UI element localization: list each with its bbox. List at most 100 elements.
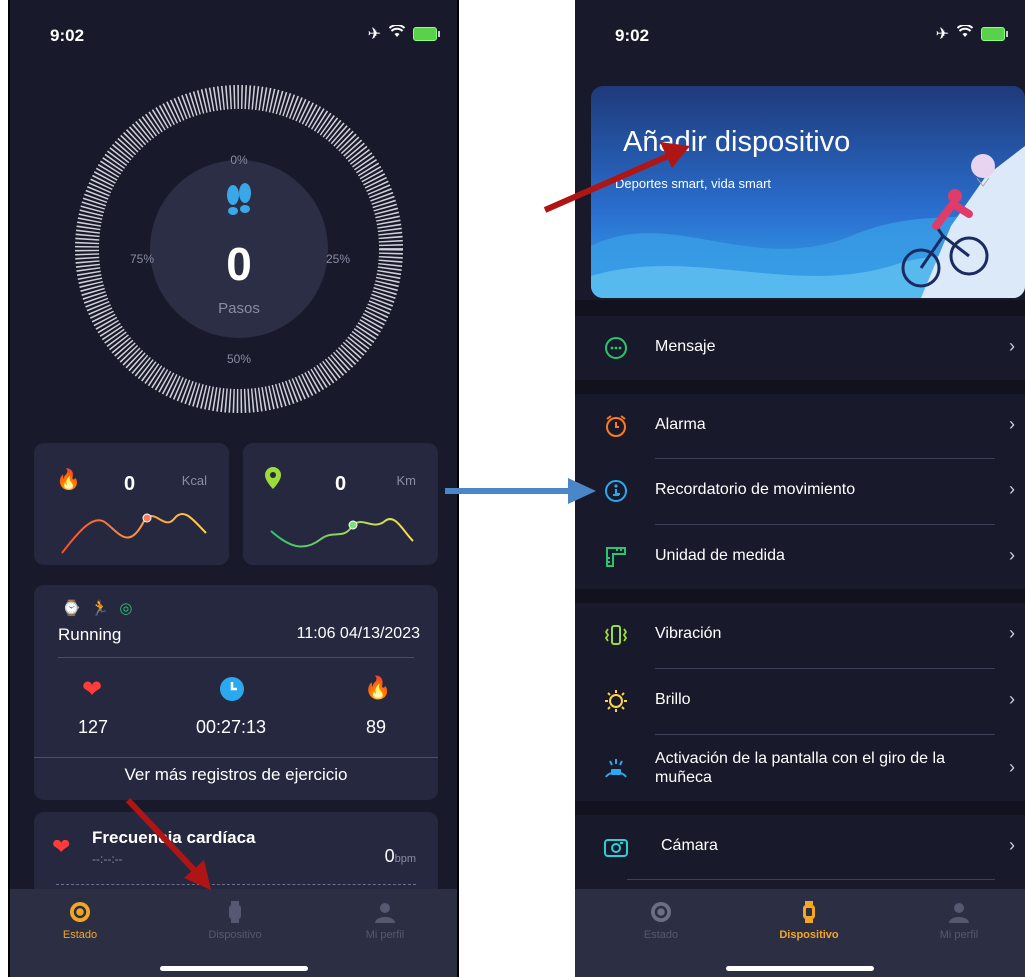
ruler-icon: [603, 545, 629, 575]
tab-dispositivo[interactable]: Dispositivo: [759, 901, 859, 941]
chevron-right-icon: ›: [1009, 479, 1015, 499]
brightness-icon: [603, 689, 629, 719]
menu-item-vibracion[interactable]: Vibración ›: [575, 603, 1025, 667]
chevron-right-icon: ›: [1009, 414, 1015, 434]
percent-0: 0%: [230, 153, 248, 167]
chevron-right-icon: ›: [1009, 336, 1015, 356]
calories-value: 0: [124, 473, 136, 495]
menu-divider: [627, 879, 995, 880]
chevron-right-icon: ›: [1009, 835, 1015, 855]
profile-tab-icon: [374, 901, 396, 923]
camera-icon: [603, 835, 629, 865]
heart-rate-dashed-line: [56, 884, 416, 885]
distance-value: 0: [335, 473, 347, 495]
battery-icon: [413, 27, 440, 41]
section-gap: [575, 589, 1025, 603]
watch-tab-icon: [798, 901, 820, 923]
fire-icon: 🔥: [56, 469, 81, 491]
tab-dispositivo[interactable]: Dispositivo: [185, 901, 285, 941]
alarm-icon: [603, 414, 629, 444]
phone-device-screen: 9:02 ✈ Añadir dispositivo Deportes smart…: [575, 0, 1025, 977]
heart-rate-unit: bpm: [394, 853, 416, 865]
tab-mi-perfil[interactable]: Mi perfil: [909, 901, 1009, 941]
menu-label: Alarma: [655, 416, 706, 433]
banner-title: Añadir dispositivo: [623, 126, 851, 158]
wrist-raise-icon: [603, 757, 629, 787]
message-icon: [603, 336, 629, 366]
wifi-icon: [956, 24, 974, 43]
menu-label: Activación de la pantalla con el giro de…: [655, 750, 945, 786]
chevron-right-icon: ›: [1009, 545, 1015, 565]
chevron-right-icon: ›: [1009, 689, 1015, 709]
heart-icon: ❤: [82, 676, 103, 703]
banner-subtitle: Deportes smart, vida smart: [615, 176, 772, 191]
menu-label: Cámara: [661, 837, 718, 854]
wifi-icon: [388, 24, 406, 43]
exercise-icons: ⌚ 🏃 ◎: [62, 599, 132, 617]
home-indicator: [159, 966, 308, 971]
more-exercise-records-link[interactable]: Ver más registros de ejercicio: [34, 765, 438, 785]
tab-estado[interactable]: Estado: [30, 901, 130, 941]
exercise-duration: 00:27:13: [196, 717, 267, 737]
airplane-icon: ✈: [367, 26, 381, 43]
exercise-datetime: 11:06 04/13/2023: [296, 625, 420, 642]
menu-item-unidad[interactable]: Unidad de medida ›: [575, 525, 1025, 589]
menu-item-activacion[interactable]: Activación de la pantalla con el giro de…: [575, 735, 1025, 801]
distance-card[interactable]: 0 Km: [243, 443, 438, 565]
runner-icon: 🏃: [90, 600, 110, 617]
status-icons: ✈: [367, 24, 440, 44]
exercise-calories: 89: [366, 717, 387, 737]
distance-trend-line: [270, 518, 414, 548]
banner-illustration: [591, 146, 1025, 298]
watch-tab-icon: [224, 901, 246, 923]
distance-unit: Km: [396, 473, 417, 488]
location-pin-icon: [265, 467, 281, 494]
tab-mi-perfil-label: Mi perfil: [939, 929, 979, 941]
menu-item-alarma[interactable]: Alarma ›: [575, 394, 1025, 458]
tab-mi-perfil-label: Mi perfil: [365, 929, 405, 941]
exercise-bottom-divider: [34, 757, 438, 758]
exercise-heart-rate: 127: [78, 717, 109, 737]
tab-estado-label: Estado: [62, 929, 98, 941]
exercise-type: Running: [58, 625, 122, 644]
tab-mi-perfil[interactable]: Mi perfil: [335, 901, 435, 941]
tab-dispositivo-label: Dispositivo: [779, 929, 839, 941]
steps-value: 0: [226, 238, 252, 290]
steps-label: Pasos: [218, 300, 260, 317]
airplane-icon: ✈: [935, 26, 949, 43]
battery-icon: [981, 27, 1008, 41]
steps-ring[interactable]: 0% 25% 50% 75% 0 Pasos: [72, 82, 406, 416]
estado-tab-icon: [69, 901, 91, 923]
exercise-record-card[interactable]: ⌚ 🏃 ◎ Running 11:06 04/13/2023 ❤ 127 00:…: [34, 585, 438, 800]
menu-label: Unidad de medida: [655, 547, 785, 564]
flame-icon: 🔥: [364, 675, 392, 700]
clock-icon: [220, 677, 244, 706]
section-gap: [575, 380, 1025, 394]
status-bar: 9:02 ✈: [10, 0, 457, 70]
status-time: 9:02: [50, 26, 85, 45]
gps-icon: ◎: [119, 600, 133, 617]
heart-rate-value: 0: [384, 846, 395, 866]
section-gap: [575, 801, 1025, 815]
movement-reminder-icon: [603, 479, 629, 509]
menu-label: Mensaje: [655, 338, 716, 355]
home-indicator: [726, 966, 874, 971]
profile-tab-icon: [948, 901, 970, 923]
chevron-right-icon: ›: [1009, 623, 1015, 643]
chevron-right-icon: ›: [1009, 757, 1015, 777]
add-device-banner[interactable]: Añadir dispositivo Deportes smart, vida …: [591, 86, 1025, 298]
menu-item-brillo[interactable]: Brillo ›: [575, 669, 1025, 733]
menu-item-mensaje[interactable]: Mensaje ›: [575, 316, 1025, 380]
vibration-icon: [603, 623, 629, 653]
menu-label: Recordatorio de movimiento: [655, 481, 856, 498]
menu-item-camara[interactable]: Cámara ›: [575, 815, 1025, 879]
calories-unit: Kcal: [181, 473, 207, 488]
calories-card[interactable]: 🔥 0 Kcal: [34, 443, 229, 565]
heart-rate-value-wrap: 0bpm: [385, 846, 416, 867]
calories-trend-line: [61, 513, 207, 554]
tab-estado[interactable]: Estado: [611, 901, 711, 941]
status-bar-right: 9:02 ✈: [575, 0, 1025, 70]
watch-icon: ⌚: [62, 600, 81, 617]
menu-item-recordatorio[interactable]: Recordatorio de movimiento ›: [575, 459, 1025, 523]
heart-rate-icon: ❤: [52, 834, 71, 859]
